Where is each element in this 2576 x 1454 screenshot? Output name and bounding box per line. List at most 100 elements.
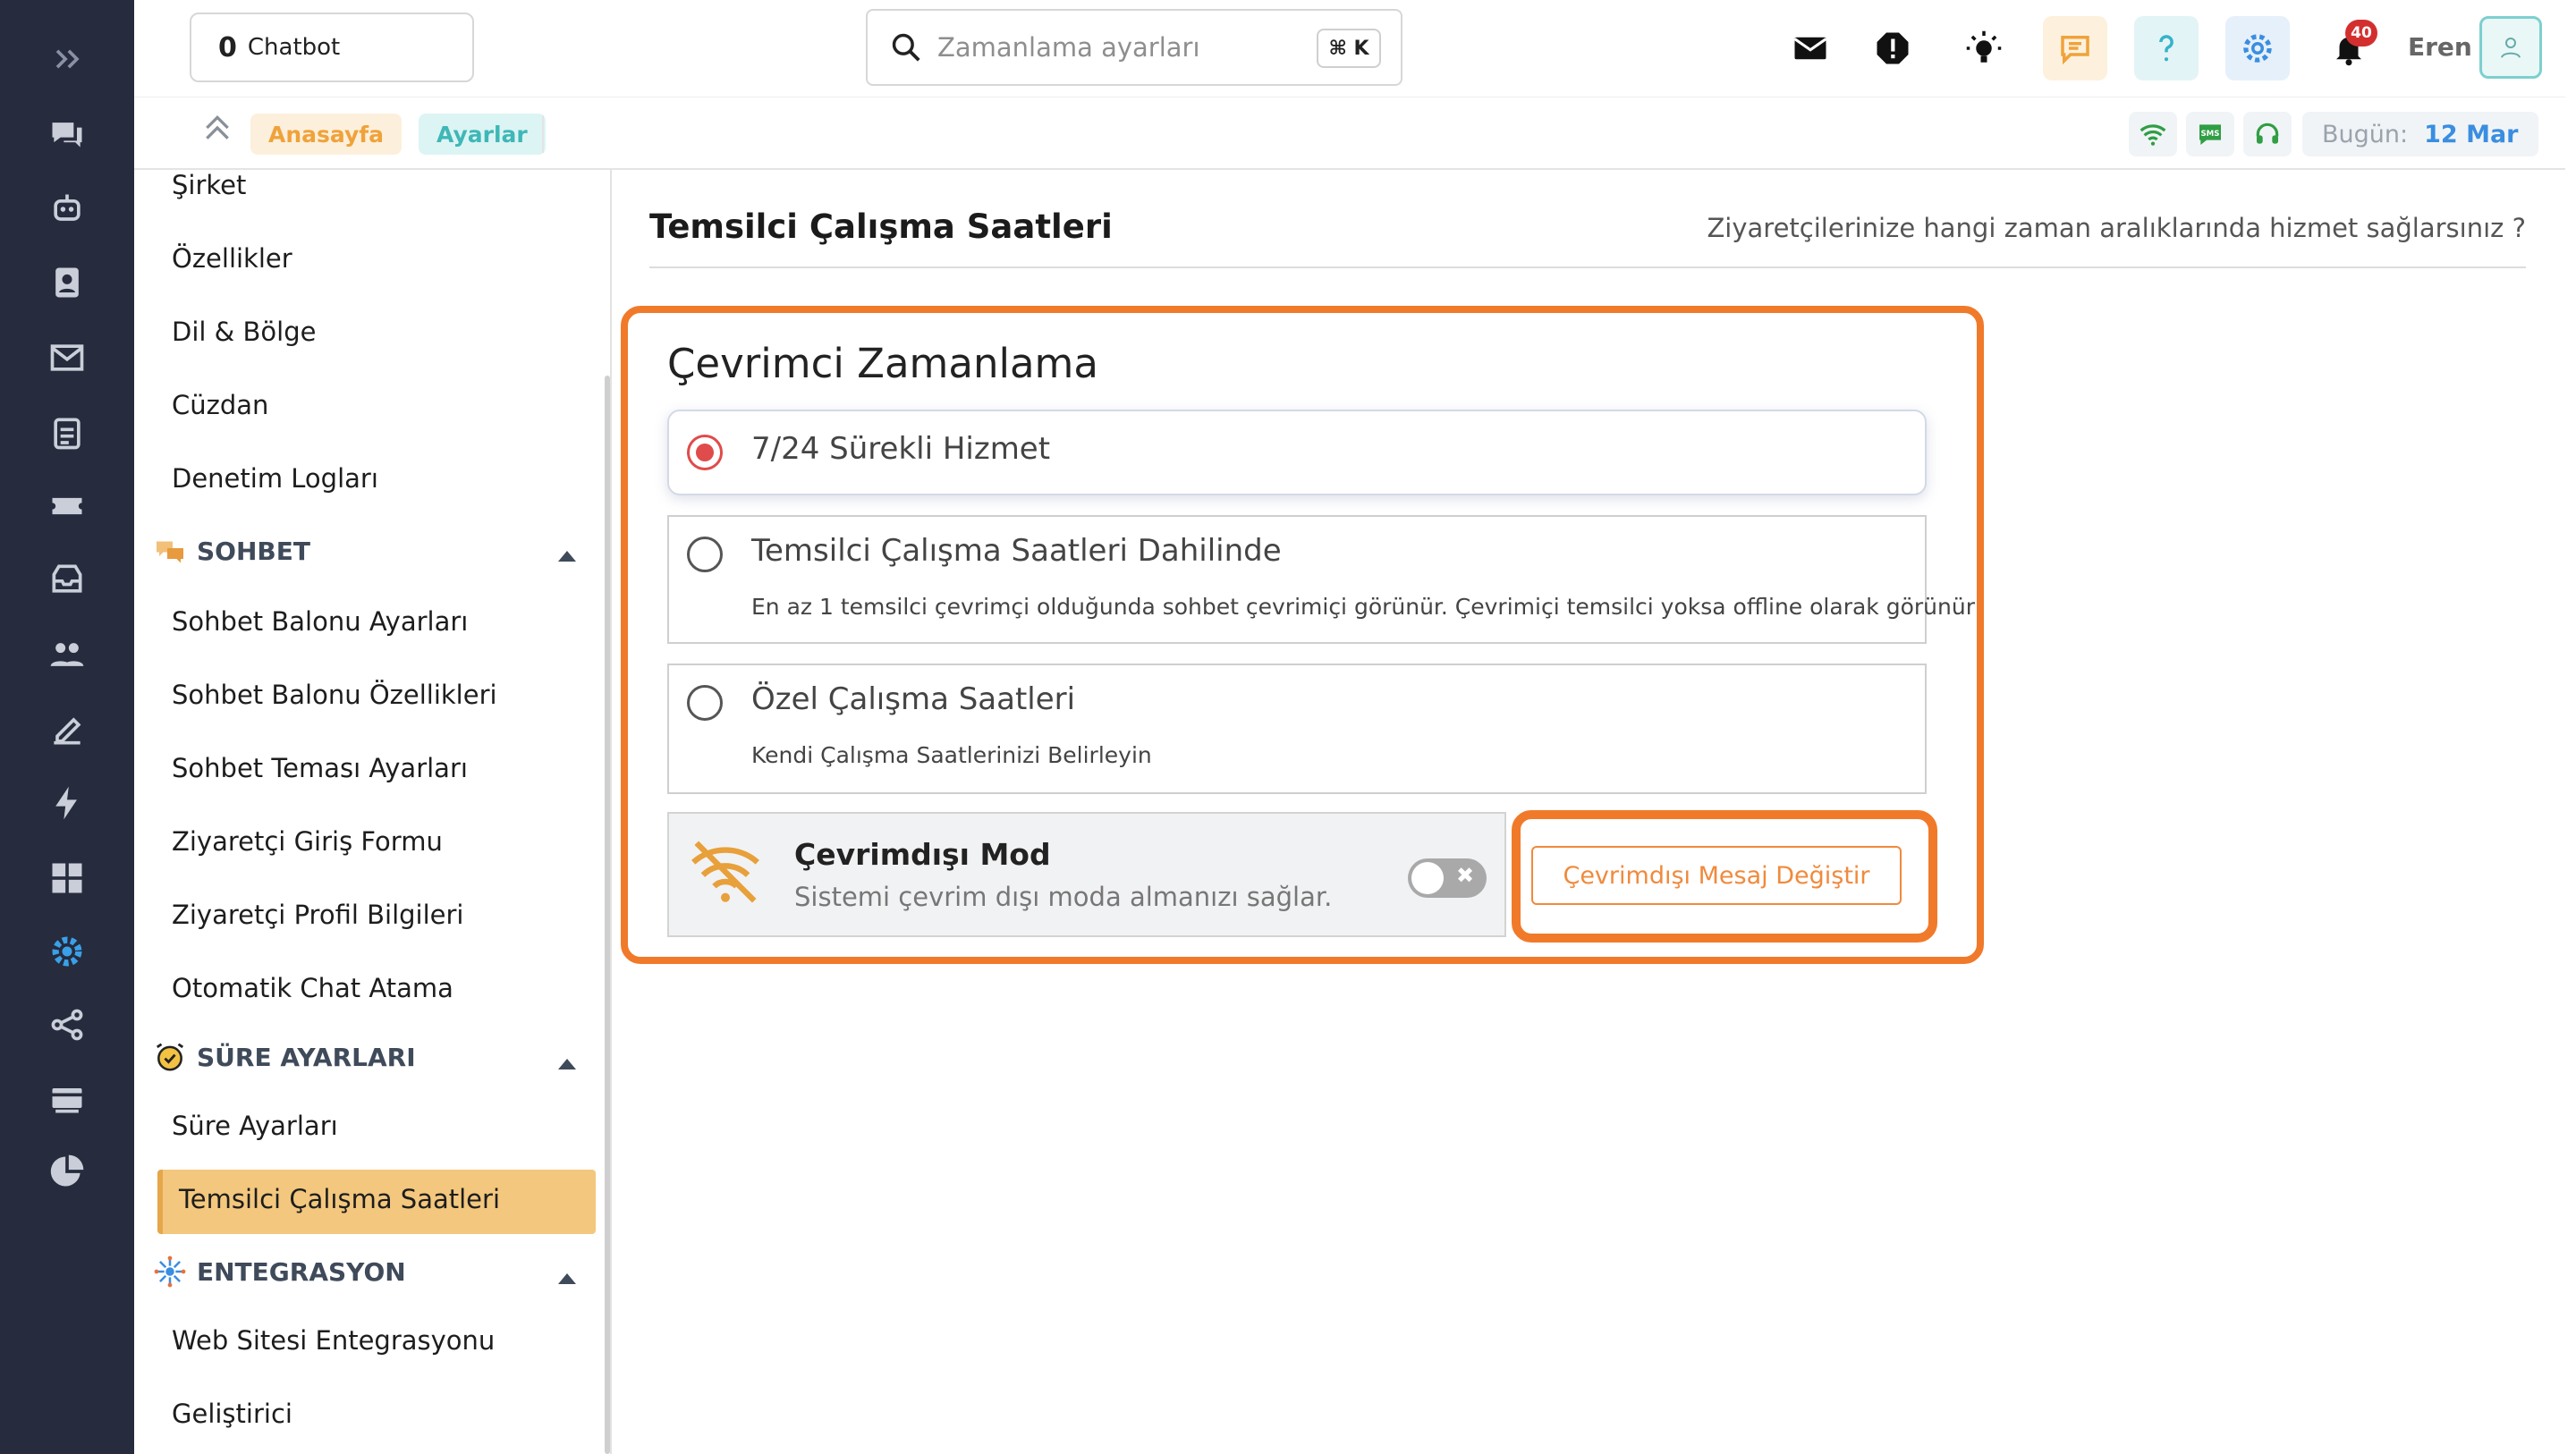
sidebar-item-developer[interactable]: Geliştirici xyxy=(172,1399,292,1429)
caret-up-icon[interactable] xyxy=(558,1059,576,1069)
sidebar-section-time[interactable]: SÜRE AYARLARI xyxy=(152,1039,416,1075)
sidebar-divider xyxy=(610,170,612,1454)
help-button[interactable] xyxy=(2134,16,2199,80)
sidebar-section-integration[interactable]: ENTEGRASYON xyxy=(152,1254,406,1289)
notification-badge: 40 xyxy=(2345,20,2377,46)
option-description: En az 1 temsilci çevrimçi olduğunda sohb… xyxy=(751,594,1975,620)
sidebar-item-visitor-profile[interactable]: Ziyaretçi Profil Bilgileri xyxy=(172,900,463,930)
change-offline-message-button[interactable]: Çevrimdışı Mesaj Değiştir xyxy=(1531,846,1902,905)
feedback-button[interactable] xyxy=(2043,16,2107,80)
sidebar-item-features[interactable]: Özellikler xyxy=(172,243,292,274)
option-title: 7/24 Sürekli Hizmet xyxy=(751,431,1051,467)
gear-icon xyxy=(2243,34,2272,63)
option-custom-hours[interactable]: Özel Çalışma Saatleri Kendi Çalışma Saat… xyxy=(667,664,1927,794)
sidebar-item-bubble-features[interactable]: Sohbet Balonu Özellikleri xyxy=(172,680,497,710)
today-value: 12 Mar xyxy=(2424,120,2519,148)
offline-mode-panel: Çevrimdışı Mod Sistemi çevrim dışı moda … xyxy=(667,812,1506,937)
sidebar-section-title: SOHBET xyxy=(197,536,310,566)
chat-bubble-icon xyxy=(2061,36,2089,65)
alarm-clock-icon xyxy=(152,1039,188,1075)
search-input[interactable] xyxy=(937,32,1313,63)
chatbot-label: Chatbot xyxy=(247,34,341,61)
tasks-icon[interactable] xyxy=(40,406,94,460)
sidebar-item-language[interactable]: Dil & Bölge xyxy=(172,317,316,347)
integration-hub-icon xyxy=(152,1254,188,1289)
sidebar-section-chat[interactable]: SOHBET xyxy=(152,533,310,569)
caret-up-icon[interactable] xyxy=(558,551,576,562)
sms-status[interactable]: SMS xyxy=(2186,112,2234,156)
reports-pie-icon[interactable] xyxy=(40,1145,94,1198)
search-box[interactable]: ⌘ K xyxy=(866,9,1402,86)
search-shortcut-hint: ⌘ K xyxy=(1317,29,1381,68)
sidebar-item-theme-settings[interactable]: Sohbet Teması Ayarları xyxy=(172,753,468,783)
breadcrumb-home[interactable]: Anasayfa xyxy=(250,114,402,155)
card-title: Çevrimci Zamanlama xyxy=(667,340,1098,387)
today-date: Bugün: 12 Mar xyxy=(2302,112,2538,156)
option-title: Temsilci Çalışma Saatleri Dahilinde xyxy=(751,533,1282,569)
envelope-icon xyxy=(1793,37,1827,60)
option-description: Kendi Çalışma Saatlerinizi Belirleyin xyxy=(751,742,1152,768)
sidebar-item-visitor-form[interactable]: Ziyaretçi Giriş Formu xyxy=(172,826,443,857)
title-divider xyxy=(649,266,2526,268)
sidebar-scrollbar[interactable] xyxy=(605,376,610,1454)
dashboard-icon[interactable] xyxy=(40,851,94,905)
wifi-off-icon xyxy=(691,841,759,903)
question-icon xyxy=(2159,35,2174,62)
mail-icon[interactable] xyxy=(40,331,94,385)
sidebar-item-audit-logs[interactable]: Denetim Logları xyxy=(172,463,378,494)
page-title: Temsilci Çalışma Saatleri xyxy=(649,207,1113,246)
option-agent-hours[interactable]: Temsilci Çalışma Saatleri Dahilinde En a… xyxy=(667,515,1975,644)
breadcrumb: Anasayfa Ayarlar SMS Bugün: 12 Mar xyxy=(134,97,2565,170)
sidebar-item-website-integration[interactable]: Web Sitesi Entegrasyonu xyxy=(172,1325,495,1356)
today-label: Bugün: xyxy=(2322,120,2409,148)
automation-icon[interactable] xyxy=(40,776,94,830)
share-icon[interactable] xyxy=(40,998,94,1052)
edit-icon[interactable] xyxy=(40,703,94,757)
sidebar-section-title: ENTEGRASYON xyxy=(197,1256,406,1287)
messages-button[interactable] xyxy=(1778,16,1843,80)
close-icon: ✖ xyxy=(1456,863,1475,888)
sms-label: SMS xyxy=(2200,130,2219,139)
tickets-icon[interactable] xyxy=(40,479,94,533)
theme-toggle-button[interactable] xyxy=(1952,16,2016,80)
exclamation-icon xyxy=(1877,32,1909,64)
settings-gear-icon[interactable] xyxy=(40,925,94,978)
sidebar-item-agent-hours[interactable]: Temsilci Çalışma Saatleri xyxy=(179,1184,500,1214)
contacts-icon[interactable] xyxy=(40,256,94,309)
chatbot-selector[interactable]: 0 Chatbot xyxy=(190,13,474,82)
offline-mode-toggle[interactable]: ✖ xyxy=(1408,858,1487,898)
search-icon xyxy=(892,33,920,62)
bulb-icon xyxy=(1966,30,2002,63)
support-status[interactable] xyxy=(2243,112,2292,156)
inbox-icon[interactable] xyxy=(40,553,94,606)
billing-icon[interactable] xyxy=(40,1071,94,1125)
user-icon xyxy=(2501,38,2521,58)
sidebar-item-company[interactable]: Şirket xyxy=(172,170,246,200)
chat-bubbles-icon xyxy=(152,533,188,569)
app-rail xyxy=(0,0,134,1454)
sidebar-item-auto-assign[interactable]: Otomatik Chat Atama xyxy=(172,973,453,1003)
radio-unselected[interactable] xyxy=(687,537,723,572)
alerts-button[interactable] xyxy=(1860,16,1925,80)
chevron-up-icon[interactable] xyxy=(197,110,238,146)
radio-unselected[interactable] xyxy=(687,685,723,721)
chats-icon[interactable] xyxy=(40,107,94,161)
sidebar-item-bubble-settings[interactable]: Sohbet Balonu Ayarları xyxy=(172,606,468,637)
sidebar-item-time-settings[interactable]: Süre Ayarları xyxy=(172,1111,338,1141)
caret-up-icon[interactable] xyxy=(558,1273,576,1284)
settings-button[interactable] xyxy=(2225,16,2290,80)
breadcrumb-settings[interactable]: Ayarlar xyxy=(419,114,546,155)
sidebar-item-wallet[interactable]: Cüzdan xyxy=(172,390,268,420)
expand-rail-icon[interactable] xyxy=(40,32,94,86)
avatar[interactable] xyxy=(2479,16,2542,79)
wifi-icon xyxy=(2140,124,2166,146)
radio-selected[interactable] xyxy=(687,435,723,470)
offline-mode-description: Sistemi çevrim dışı moda almanızı sağlar… xyxy=(794,882,1333,912)
team-icon[interactable] xyxy=(40,628,94,681)
offline-mode-title: Çevrimdışı Mod xyxy=(794,837,1051,872)
headset-icon xyxy=(2256,123,2279,144)
connection-status[interactable] xyxy=(2129,112,2177,156)
option-title: Özel Çalışma Saatleri xyxy=(751,681,1076,717)
bot-icon[interactable] xyxy=(40,182,94,236)
option-always-on[interactable]: 7/24 Sürekli Hizmet xyxy=(667,410,1927,495)
